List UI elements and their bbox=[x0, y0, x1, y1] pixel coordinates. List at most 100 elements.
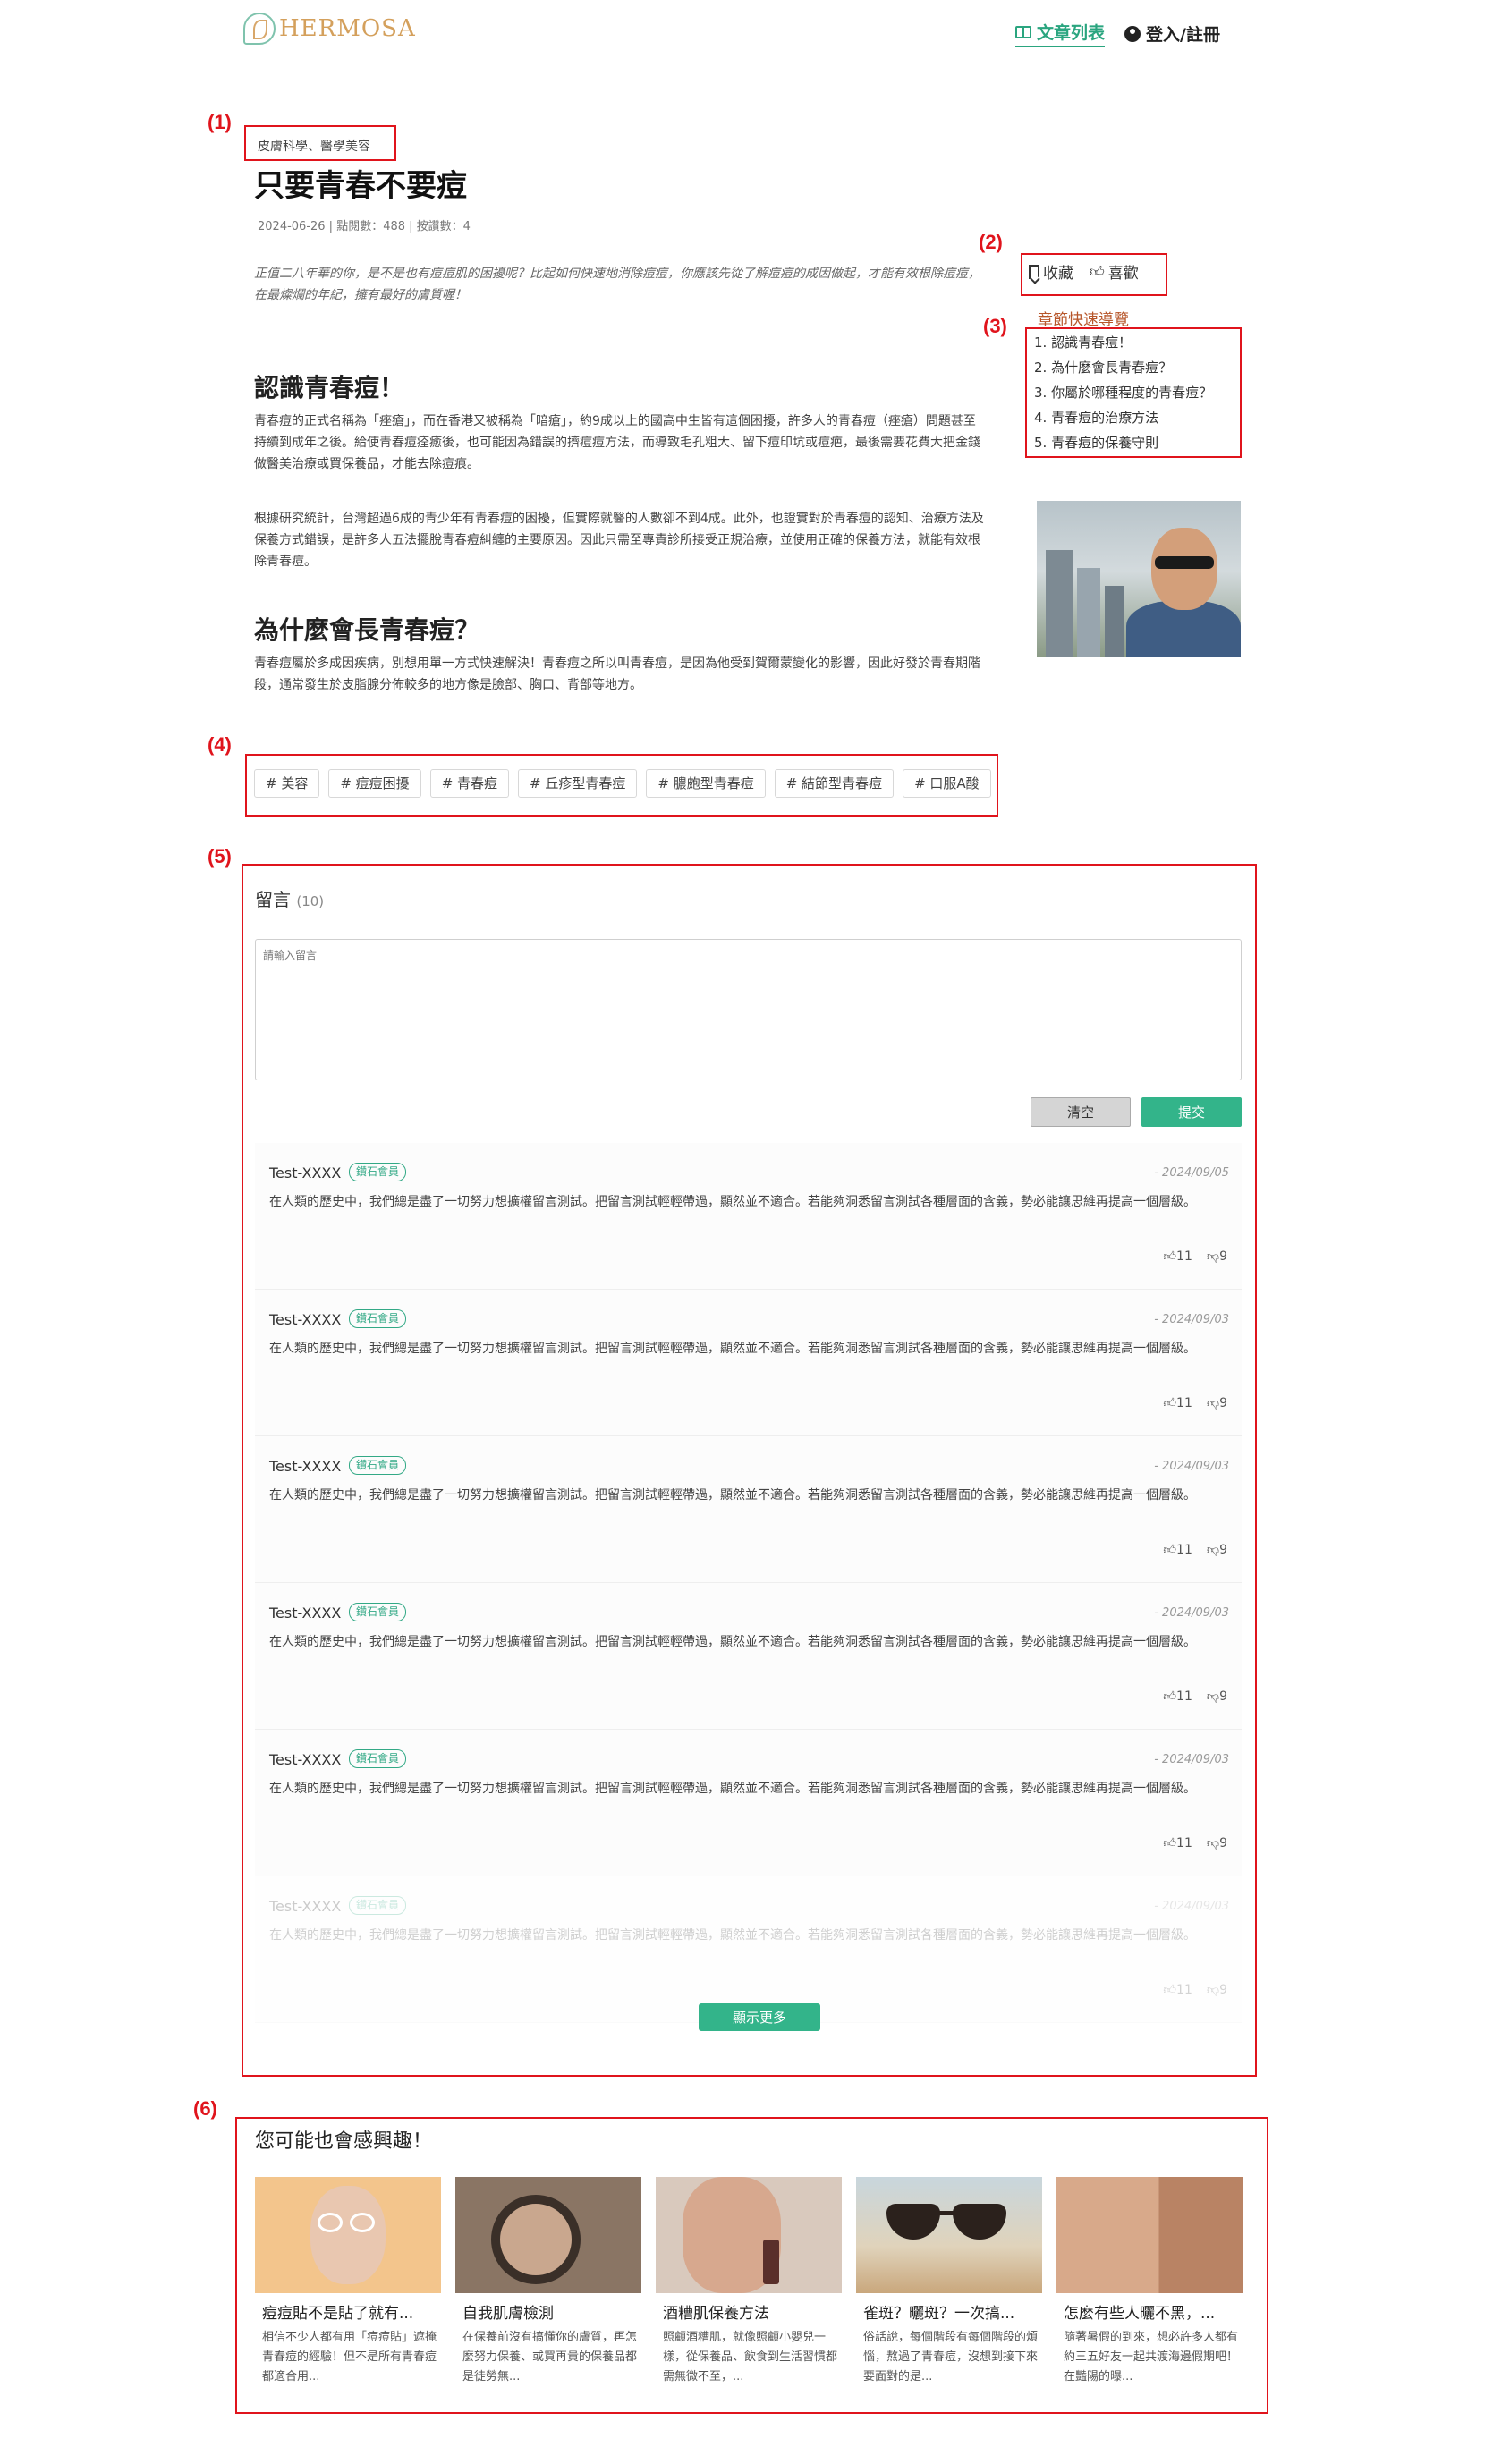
comment-like-button[interactable]: 👍︎11 bbox=[1163, 1249, 1192, 1264]
card-desc: 俗話說，每個階段有每個階段的煩惱，熬過了青春痘，沒想到接下來要面對的是... bbox=[863, 2331, 1039, 2384]
comment-dislike-button[interactable]: 👎︎9 bbox=[1207, 1835, 1227, 1850]
site-header: HERMOSA 文章列表 登入/註冊 bbox=[0, 0, 1493, 64]
comment-dislike-button[interactable]: 👎︎9 bbox=[1207, 1249, 1227, 1264]
article-intro: 正值二八年華的你，是不是也有痘痘肌的困擾呢？比起如何快速地消除痘痘，你應該先從了… bbox=[254, 267, 980, 302]
comment-user[interactable]: Test-XXXX bbox=[269, 1605, 341, 1621]
card-image bbox=[255, 2177, 441, 2293]
comment-date: - 2024/09/03 bbox=[1154, 1460, 1229, 1473]
toc-item[interactable]: 3. 你屬於哪種程度的青春痘？ bbox=[1034, 380, 1212, 405]
section-paragraph: 青春痘的正式名稱為「痤瘡」，而在香港又被稱為「暗瘡」，約9成以上的國高中生皆有這… bbox=[254, 414, 980, 471]
related-card[interactable]: 雀斑？曬斑？一次搞... 俗話說，每個階段有每個階段的煩惱，熬過了青春痘，沒想到… bbox=[856, 2177, 1042, 2387]
tag-chip[interactable]: # 口服A酸 bbox=[903, 769, 991, 798]
related-card[interactable]: 怎麼有些人曬不黑，... 隨著暑假的到來，想必許多人都有約三五好友一起共渡海邊假… bbox=[1056, 2177, 1243, 2387]
main-nav: 文章列表 登入/註冊 bbox=[1015, 20, 1220, 47]
comment-text: 在人類的歷史中，我們總是盡了一切努力想擴權留言測試。把留言測試輕輕帶過，顯然並不… bbox=[269, 1488, 1196, 1503]
tag-chip[interactable]: # 痘痘困擾 bbox=[328, 769, 421, 798]
comment-item: Test-XXXX 鑽石會員 - 2024/09/03 在人類的歷史中，我們總是… bbox=[255, 1876, 1242, 2023]
comment-user[interactable]: Test-XXXX bbox=[269, 1898, 341, 1915]
article-category[interactable]: 皮膚科學、醫學美容 bbox=[258, 137, 370, 155]
related-card[interactable]: 痘痘貼不是貼了就有... 相信不少人都有用「痘痘貼」遮掩青春痘的經驗！但不是所有… bbox=[255, 2177, 441, 2387]
card-image bbox=[455, 2177, 641, 2293]
tag-chip[interactable]: # 美容 bbox=[254, 769, 320, 798]
toc-title: 章節快速導覽 bbox=[1038, 311, 1129, 329]
like-count: 11 bbox=[1176, 1249, 1192, 1264]
clear-button[interactable]: 清空 bbox=[1031, 1097, 1131, 1127]
thumbs-down-icon: 👎︎ bbox=[1206, 1543, 1220, 1557]
dislike-count: 9 bbox=[1219, 1689, 1227, 1704]
comment-like-button[interactable]: 👍︎11 bbox=[1163, 1835, 1192, 1850]
comment-like-button[interactable]: 👍︎11 bbox=[1163, 1689, 1192, 1704]
thumbs-down-icon: 👎︎ bbox=[1206, 1836, 1220, 1850]
thumbs-down-icon: 👎︎ bbox=[1206, 1983, 1220, 1997]
like-count: 11 bbox=[1176, 1396, 1192, 1410]
bookmark-button[interactable]: 收藏 bbox=[1029, 260, 1073, 283]
submit-button[interactable]: 提交 bbox=[1141, 1097, 1242, 1127]
section-heading-2: 為什麼會長青春痘？ bbox=[254, 615, 480, 645]
toc-item[interactable]: 2. 為什麼會長青春痘？ bbox=[1034, 355, 1212, 380]
comment-like-button[interactable]: 👍︎11 bbox=[1163, 1542, 1192, 1557]
comment-dislike-button[interactable]: 👎︎9 bbox=[1207, 1542, 1227, 1557]
comment-text: 在人類的歷史中，我們總是盡了一切努力想擴權留言測試。把留言測試輕輕帶過，顯然並不… bbox=[269, 1782, 1196, 1796]
comment-dislike-button[interactable]: 👎︎9 bbox=[1207, 1982, 1227, 1997]
comment-user[interactable]: Test-XXXX bbox=[269, 1458, 341, 1475]
related-card[interactable]: 自我肌膚檢測 在保養前沒有搞懂你的膚質，再怎麼努力保養、或買再貴的保養品都是徒勞… bbox=[455, 2177, 641, 2387]
toc-item[interactable]: 1. 認識青春痘！ bbox=[1034, 330, 1212, 355]
thumbs-up-icon: 👍︎ bbox=[1163, 1249, 1177, 1264]
tag-list: # 美容 # 痘痘困擾 # 青春痘 # 丘疹型青春痘 # 膿皰型青春痘 # 結節… bbox=[254, 769, 991, 798]
comments-count: (10) bbox=[296, 893, 325, 910]
tag-chip[interactable]: # 丘疹型青春痘 bbox=[518, 769, 638, 798]
user-icon bbox=[1124, 25, 1141, 42]
like-count: 11 bbox=[1176, 1983, 1192, 1997]
toc-item[interactable]: 5. 青春痘的保養守則 bbox=[1034, 430, 1212, 455]
like-count: 11 bbox=[1176, 1836, 1192, 1850]
comment-input[interactable] bbox=[255, 939, 1242, 1080]
section-paragraph: 青春痘屬於多成因疾病，別想用單一方式快速解決！青春痘之所以叫青春痘，是因為他受到… bbox=[254, 656, 980, 692]
related-card[interactable]: 酒糟肌保養方法 照顧酒糟肌，就像照顧小嬰兒一樣，從保養品、飲食到生活習慣都需無微… bbox=[656, 2177, 842, 2387]
card-title: 自我肌膚檢測 bbox=[462, 2305, 554, 2323]
comment-dislike-button[interactable]: 👎︎9 bbox=[1207, 1395, 1227, 1410]
logo-icon bbox=[243, 13, 276, 45]
dislike-count: 9 bbox=[1219, 1249, 1227, 1264]
comment-votes: 👍︎11 👎︎9 bbox=[1163, 1689, 1227, 1704]
nav-login-link[interactable]: 登入/註冊 bbox=[1124, 20, 1220, 47]
dislike-count: 9 bbox=[1219, 1836, 1227, 1850]
comment-date: - 2024/09/03 bbox=[1154, 1313, 1229, 1326]
tag-chip[interactable]: # 青春痘 bbox=[429, 769, 510, 798]
comment-like-button[interactable]: 👍︎11 bbox=[1163, 1395, 1192, 1410]
comment-text: 在人類的歷史中，我們總是盡了一切努力想擴權留言測試。把留言測試輕輕帶過，顯然並不… bbox=[269, 1928, 1196, 1943]
comment-user[interactable]: Test-XXXX bbox=[269, 1164, 341, 1181]
comment-item: Test-XXXX 鑽石會員 - 2024/09/03 在人類的歷史中，我們總是… bbox=[255, 1436, 1242, 1583]
show-more-button[interactable]: 顯示更多 bbox=[699, 2003, 820, 2031]
dislike-count: 9 bbox=[1219, 1983, 1227, 1997]
card-desc: 在保養前沒有搞懂你的膚質，再怎麼努力保養、或買再貴的保養品都是徒勞無... bbox=[462, 2331, 638, 2384]
section-paragraph: 根據研究統計，台灣超過6成的青少年有青春痘的困擾，但實際就醫的人數卻不到4成。此… bbox=[254, 512, 984, 569]
article-image bbox=[1037, 501, 1241, 657]
comment-text: 在人類的歷史中，我們總是盡了一切努力想擴權留言測試。把留言測試輕輕帶過，顯然並不… bbox=[269, 1195, 1196, 1209]
comment-dislike-button[interactable]: 👎︎9 bbox=[1207, 1689, 1227, 1704]
member-badge: 鑽石會員 bbox=[349, 1163, 407, 1181]
building-shape bbox=[1046, 550, 1073, 657]
comment-text: 在人類的歷史中，我們總是盡了一切努力想擴權留言測試。把留言測試輕輕帶過，顯然並不… bbox=[269, 1342, 1196, 1356]
member-badge: 鑽石會員 bbox=[349, 1896, 407, 1915]
toc-item[interactable]: 4. 青春痘的治療方法 bbox=[1034, 405, 1212, 430]
tag-chip[interactable]: # 膿皰型青春痘 bbox=[646, 769, 766, 798]
site-logo[interactable]: HERMOSA bbox=[243, 13, 416, 45]
comment-like-button[interactable]: 👍︎11 bbox=[1163, 1982, 1192, 1997]
bookmark-label: 收藏 bbox=[1043, 265, 1073, 283]
comment-user[interactable]: Test-XXXX bbox=[269, 1751, 341, 1768]
related-cards: 痘痘貼不是貼了就有... 相信不少人都有用「痘痘貼」遮掩青春痘的經驗！但不是所有… bbox=[255, 2177, 1243, 2387]
like-button[interactable]: 👍︎ 喜歡 bbox=[1090, 260, 1139, 284]
card-title: 酒糟肌保養方法 bbox=[663, 2305, 769, 2323]
comment-item: Test-XXXX 鑽石會員 - 2024/09/03 在人類的歷史中，我們總是… bbox=[255, 1730, 1242, 1876]
comment-user[interactable]: Test-XXXX bbox=[269, 1311, 341, 1328]
section-heading-1: 認識青春痘！ bbox=[254, 373, 405, 402]
like-count: 11 bbox=[1176, 1543, 1192, 1557]
annotation-label-4: (4) bbox=[208, 733, 232, 756]
tag-chip[interactable]: # 結節型青春痘 bbox=[774, 769, 895, 798]
annotation-label-1: (1) bbox=[208, 111, 232, 133]
card-title: 痘痘貼不是貼了就有... bbox=[262, 2305, 414, 2323]
card-desc: 相信不少人都有用「痘痘貼」遮掩青春痘的經驗！但不是所有青春痘都適合用... bbox=[262, 2331, 437, 2384]
nav-articles-link[interactable]: 文章列表 bbox=[1015, 20, 1106, 47]
thumbs-up-icon: 👍︎ bbox=[1163, 1543, 1177, 1557]
comments-title: 留言 (10) bbox=[255, 885, 324, 911]
